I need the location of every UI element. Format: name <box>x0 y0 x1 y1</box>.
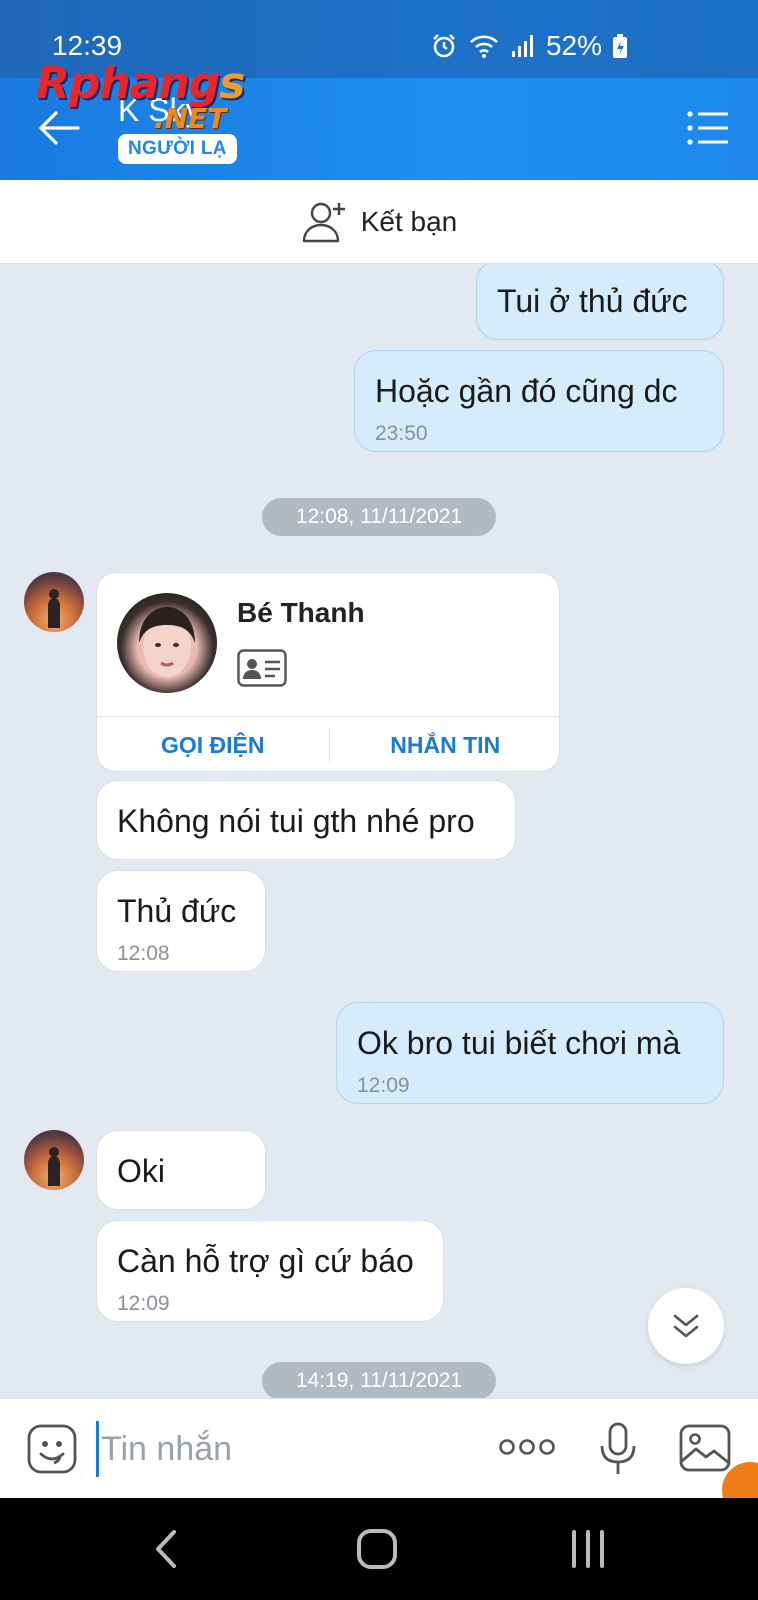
message-time: 23:50 <box>375 422 428 445</box>
message-outgoing[interactable]: Hoặc gần đó cũng dc 23:50 <box>354 350 724 452</box>
message-text: Tui ở thủ đức <box>497 283 688 319</box>
battery-icon <box>612 33 628 59</box>
chevron-double-down-icon <box>673 1314 699 1338</box>
date-separator: 14:19, 11/11/2021 <box>262 1362 496 1398</box>
message-time: 12:09 <box>357 1074 410 1097</box>
contact-card-actions: GỌI ĐIỆN NHẮN TIN <box>97 716 560 771</box>
chat-messages[interactable]: Tui ở thủ đức Hoặc gần đó cũng dc 23:50 … <box>0 264 758 1398</box>
back-arrow-icon <box>39 111 80 145</box>
nav-recents-button[interactable] <box>570 1528 606 1575</box>
message-time: 12:08 <box>117 942 170 965</box>
message-time: 12:09 <box>117 1292 170 1315</box>
microphone-icon <box>600 1422 636 1474</box>
more-options-button[interactable] <box>498 1435 556 1464</box>
message-incoming[interactable]: Không nói tui gth nhé pro <box>96 780 516 860</box>
battery-text: 52% <box>545 30 602 61</box>
add-person-icon <box>302 202 345 242</box>
voice-button[interactable] <box>598 1421 638 1482</box>
message-incoming[interactable]: Càn hỗ trợ gì cứ báo 12:09 <box>96 1220 444 1322</box>
id-card-icon <box>237 649 287 692</box>
nav-home-icon <box>357 1529 397 1569</box>
message-text: Hoặc gần đó cũng dc <box>375 373 678 409</box>
add-friend-button[interactable]: Kết bạn <box>0 180 758 264</box>
message-text: Càn hỗ trợ gì cứ báo <box>117 1243 414 1279</box>
chat-header: K Sky NGƯỜI LẠ <box>0 78 758 180</box>
call-button[interactable]: GỌI ĐIỆN <box>97 717 329 771</box>
message-input[interactable]: Tin nhắn <box>96 1421 476 1477</box>
menu-button[interactable] <box>686 108 730 148</box>
status-bar: 12:39 52% <box>0 0 758 78</box>
back-button[interactable] <box>36 108 82 148</box>
contact-name[interactable]: K Sky <box>118 92 202 129</box>
message-text: Oki <box>117 1153 165 1189</box>
avatar[interactable] <box>24 572 84 632</box>
message-outgoing[interactable]: Ok bro tui biết chơi mà 12:09 <box>336 1002 724 1104</box>
nav-back-button[interactable] <box>150 1528 180 1575</box>
date-separator: 12:08, 11/11/2021 <box>262 498 496 536</box>
sticker-button[interactable] <box>26 1423 78 1480</box>
sticker-icon <box>27 1424 77 1474</box>
add-friend-label: Kết bạn <box>360 205 458 237</box>
message-button[interactable]: NHẮN TIN <box>330 717 560 771</box>
avatar[interactable] <box>24 1130 84 1190</box>
stranger-badge: NGƯỜI LẠ <box>118 134 237 164</box>
message-text: Thủ đức <box>117 893 237 929</box>
more-dots-icon <box>499 1439 555 1455</box>
signal-icon <box>510 33 536 59</box>
nav-back-icon <box>156 1530 176 1568</box>
message-incoming[interactable]: Thủ đức 12:08 <box>96 870 266 972</box>
scroll-to-bottom-button[interactable] <box>648 1288 724 1364</box>
message-text: Không nói tui gth nhé pro <box>117 803 475 839</box>
contact-card[interactable]: Bé Thanh GỌI ĐIỆN NHẮN TIN <box>96 572 560 772</box>
status-time: 12:39 <box>52 30 123 61</box>
message-incoming[interactable]: Oki <box>96 1130 266 1210</box>
message-outgoing[interactable]: Tui ở thủ đức <box>476 264 724 340</box>
system-nav-bar <box>0 1498 758 1600</box>
alarm-icon <box>430 32 458 60</box>
contact-card-photo <box>117 593 217 693</box>
image-button[interactable] <box>678 1423 732 1478</box>
status-icons: 52% <box>430 30 628 62</box>
wifi-icon <box>468 32 500 60</box>
contact-card-name: Bé Thanh <box>237 597 365 628</box>
nav-home-button[interactable] <box>356 1528 398 1575</box>
image-icon <box>679 1424 731 1472</box>
nav-recents-icon <box>572 1530 604 1568</box>
composer-bar: Tin nhắn <box>0 1398 758 1498</box>
menu-list-icon <box>687 111 728 145</box>
message-text: Ok bro tui biết chơi mà <box>357 1025 681 1061</box>
